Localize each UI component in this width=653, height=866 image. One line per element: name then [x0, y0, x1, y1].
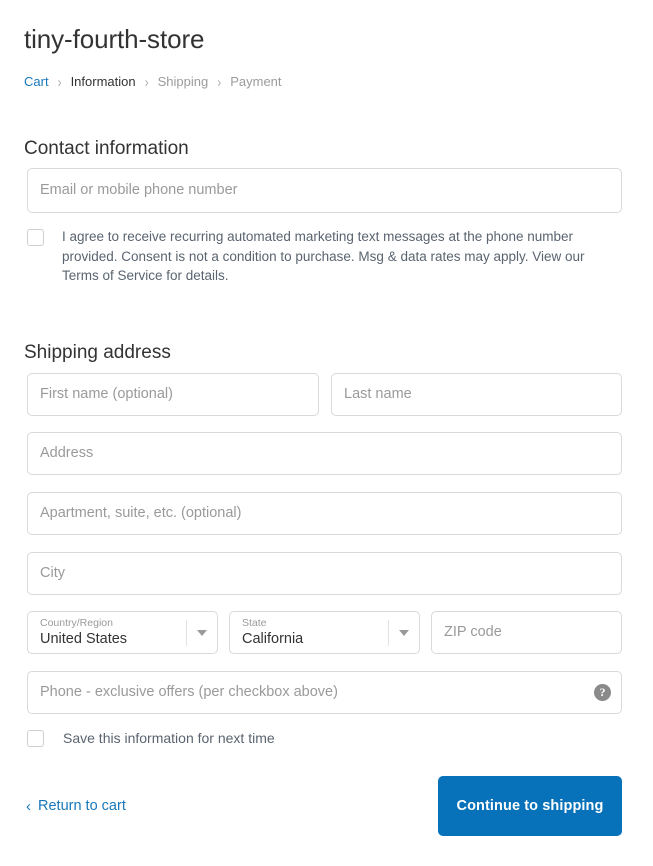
country-region-label: Country/Region: [40, 616, 113, 629]
chevron-left-icon: ‹: [26, 798, 31, 815]
apartment-field[interactable]: Apartment, suite, etc. (optional): [27, 492, 622, 535]
phone-placeholder: Phone - exclusive offers (per checkbox a…: [40, 684, 338, 700]
state-value: California: [242, 630, 304, 647]
save-information-checkbox[interactable]: [27, 730, 44, 748]
marketing-consent-row[interactable]: I agree to receive recurring automated m…: [27, 227, 622, 286]
return-to-cart-link[interactable]: ‹ Return to cart: [26, 797, 126, 816]
state-text: State California: [242, 617, 388, 649]
breadcrumb-item-cart[interactable]: Cart: [24, 73, 49, 91]
checkout-page: tiny-fourth-store Cart › Information › S…: [0, 0, 653, 866]
chevron-down-icon[interactable]: [187, 612, 217, 653]
first-name-placeholder: First name (optional): [40, 386, 173, 402]
breadcrumb-item-information[interactable]: Information: [71, 73, 136, 91]
chevron-down-icon[interactable]: [389, 612, 419, 653]
breadcrumb-item-shipping: Shipping: [157, 74, 209, 89]
shipping-address-heading: Shipping address: [24, 341, 171, 363]
address-placeholder: Address: [40, 445, 94, 461]
apartment-placeholder: Apartment, suite, etc. (optional): [40, 505, 242, 521]
first-name-field[interactable]: First name (optional): [27, 373, 319, 416]
marketing-consent-checkbox[interactable]: [27, 229, 44, 246]
marketing-consent-label: I agree to receive recurring automated m…: [62, 229, 585, 283]
zip-code-field[interactable]: ZIP code: [431, 611, 622, 654]
last-name-placeholder: Last name: [344, 386, 412, 402]
country-region-value: United States: [40, 630, 128, 647]
zip-code-placeholder: ZIP code: [444, 624, 502, 640]
city-field[interactable]: City: [27, 552, 622, 595]
breadcrumb-item-payment: Payment: [230, 74, 282, 89]
breadcrumb-separator-icon: ›: [57, 73, 62, 91]
breadcrumb-separator-icon: ›: [217, 73, 222, 91]
country-region-select[interactable]: Country/Region United States: [27, 611, 218, 654]
breadcrumb: Cart › Information › Shipping › Payment: [24, 73, 282, 91]
save-information-row[interactable]: Save this information for next time: [27, 729, 622, 749]
save-information-label: Save this information for next time: [63, 730, 275, 746]
address-field[interactable]: Address: [27, 432, 622, 475]
last-name-field[interactable]: Last name: [331, 373, 622, 416]
state-select[interactable]: State California: [229, 611, 420, 654]
email-field[interactable]: Email or mobile phone number: [27, 168, 622, 213]
return-to-cart-label: Return to cart: [38, 798, 126, 814]
state-label: State: [242, 616, 267, 629]
breadcrumb-separator-icon: ›: [144, 73, 149, 91]
city-placeholder: City: [40, 565, 65, 581]
question-mark-icon[interactable]: ?: [594, 684, 611, 701]
continue-to-shipping-button[interactable]: Continue to shipping: [438, 776, 622, 836]
email-placeholder: Email or mobile phone number: [40, 182, 238, 198]
country-region-text: Country/Region United States: [40, 617, 186, 649]
contact-information-heading: Contact information: [24, 137, 189, 159]
phone-field[interactable]: Phone - exclusive offers (per checkbox a…: [27, 671, 622, 714]
store-title: tiny-fourth-store: [24, 24, 205, 54]
